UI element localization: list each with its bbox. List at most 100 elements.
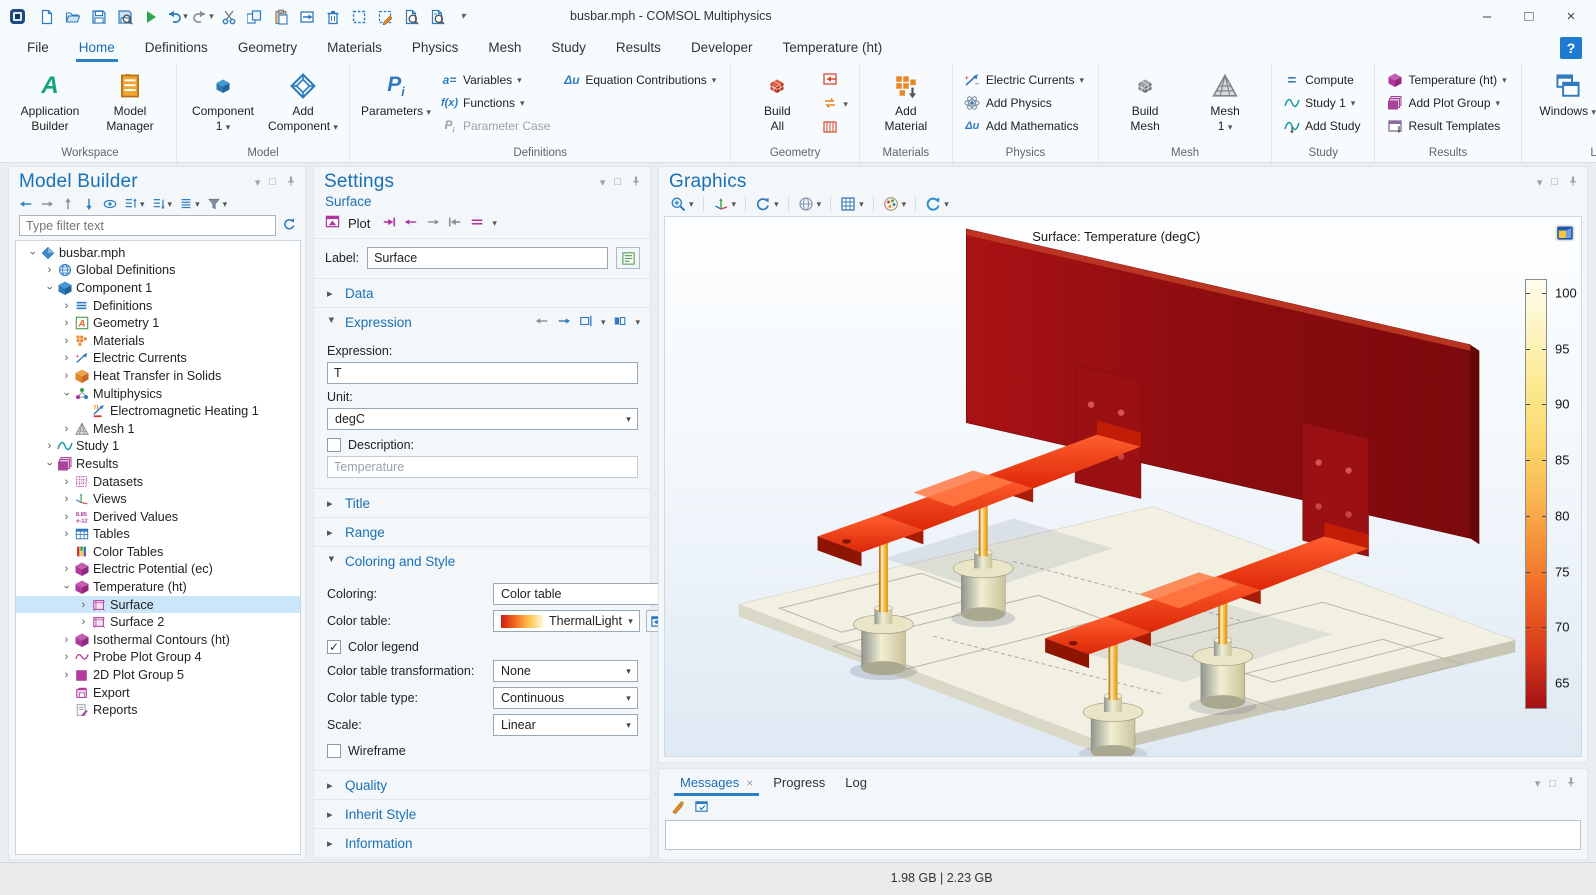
tree-collapsed-arrow-icon[interactable]: › [43,264,56,276]
grid-icon[interactable]: ▾ [840,196,864,212]
save-icon[interactable] [87,5,111,29]
last-plot-icon[interactable] [448,215,462,232]
maximize-button[interactable]: □ [1508,2,1550,32]
mesh-button[interactable]: Mesh1 ▾ [1187,67,1263,145]
label-input[interactable]: Surface [367,247,608,269]
tree-node-mesh-1[interactable]: › Mesh 1 [16,420,300,438]
ribbon-tab-mesh[interactable]: Mesh [475,35,534,62]
zoom-icon[interactable]: ▾ [670,196,694,212]
tree-expanded-arrow-icon[interactable]: › [61,387,73,400]
tree-collapsed-arrow-icon[interactable]: › [43,440,56,452]
move-up-icon[interactable] [61,197,75,211]
show-names-button[interactable] [616,247,640,269]
tree-collapsed-arrow-icon[interactable]: › [60,651,73,663]
scale-select[interactable]: Linear▾ [493,714,638,736]
tree-node-tables[interactable]: › Tables [16,526,300,544]
tree-collapsed-arrow-icon[interactable]: › [60,493,73,505]
tree-collapsed-arrow-icon[interactable]: › [60,423,73,435]
color-table-select[interactable]: ThermalLight▾ [493,610,640,632]
tree-collapsed-arrow-icon[interactable]: › [60,563,73,575]
ribbon-tab-study[interactable]: Study [538,35,599,62]
move-down-icon[interactable] [82,197,96,211]
parameters-button[interactable]: Pi Parameters ▾ [358,67,434,145]
draw-icon[interactable] [373,5,397,29]
equation-contributions-button[interactable]: ΔuEquation Contributions▾ [560,69,722,91]
app-logo-icon[interactable] [10,9,25,24]
tab-log[interactable]: Log [835,772,877,795]
ribbon-tab-materials[interactable]: Materials [314,35,395,62]
open-in-window-icon[interactable] [694,799,709,817]
tree-node-temperature-ht-[interactable]: › Temperature (ht) [16,578,300,596]
plot-in-icon[interactable] [470,215,484,232]
add-plot-group-button[interactable]: Add Plot Group▾ [1383,92,1512,114]
rebuild-button[interactable]: ▾ [819,93,851,115]
tree-node-color-tables[interactable]: Color Tables [16,543,300,561]
replace-expression-icon[interactable] [613,314,627,331]
delete-icon[interactable] [321,5,345,29]
tree-node-electric-currents[interactable]: › + Electric Currents [16,350,300,368]
overflow-icon[interactable]: ▾ [451,5,475,29]
ribbon-tab-geometry[interactable]: Geometry [225,35,310,62]
build-all-button[interactable]: BuildAll [739,67,815,145]
go-to-view-icon[interactable]: ▾ [713,196,737,212]
back-icon[interactable] [19,197,33,211]
tree-node-electromagnetic-heating-1[interactable]: Electromagnetic Heating 1 [16,402,300,420]
tree-collapsed-arrow-icon[interactable]: › [60,634,73,646]
float-panel-icon[interactable]: □ [1551,176,1558,188]
close-button[interactable]: × [1550,2,1592,32]
filter-icon[interactable]: ▾ [207,197,228,211]
select-icon[interactable] [347,5,371,29]
wireframe-checkbox[interactable] [327,744,341,758]
first-plot-icon[interactable] [382,215,396,232]
messages-output[interactable] [665,820,1581,850]
functions-button[interactable]: f(x)Functions▾ [438,92,556,114]
ribbon-tab-file[interactable]: File [14,35,62,62]
tree-node-definitions[interactable]: › Definitions [16,297,300,315]
pin-panel-icon[interactable] [1565,776,1577,791]
tree-node-export[interactable]: Export [16,684,300,702]
tree-collapsed-arrow-icon[interactable]: › [60,335,73,347]
panel-menu-icon[interactable]: ▾ [1535,777,1541,790]
redo-icon[interactable]: ▾ [191,5,215,29]
tree-collapsed-arrow-icon[interactable]: › [60,300,73,312]
plot-image-icon[interactable] [1555,223,1575,246]
ribbon-tab-temperature-ht-[interactable]: Temperature (ht) [769,35,895,62]
scene-light-icon[interactable]: ▾ [798,196,822,212]
next-plot-icon[interactable] [426,215,440,232]
clear-messages-icon[interactable] [671,799,686,817]
panel-menu-icon[interactable]: ▾ [1537,176,1543,189]
description-checkbox[interactable] [327,438,341,452]
tree-collapsed-arrow-icon[interactable]: › [60,476,73,488]
pin-panel-icon[interactable] [1567,175,1579,190]
forward-icon[interactable] [40,197,54,211]
tree-expanded-arrow-icon[interactable]: › [44,281,56,294]
tree-node-datasets[interactable]: › Datasets [16,473,300,491]
plot-options-dropdown-icon[interactable]: ▾ [492,219,497,228]
minimize-button[interactable]: – [1466,2,1508,32]
panel-menu-icon[interactable]: ▾ [600,176,606,189]
tree-filter-input[interactable] [19,215,276,236]
refresh-filter-icon[interactable] [282,217,297,235]
open-icon[interactable] [61,5,85,29]
import-geometry-button[interactable] [819,69,851,91]
section-data[interactable]: ▸Data [314,279,650,308]
color-legend-checkbox[interactable]: ✓ [327,640,341,654]
tree-expanded-arrow-icon[interactable]: › [44,457,56,470]
run-icon[interactable] [139,5,163,29]
color-table-type-select[interactable]: Continuous▾ [493,687,638,709]
node-view-icon[interactable]: ▾ [179,197,200,211]
plot-icon[interactable] [325,214,340,232]
tab-progress[interactable]: Progress [763,772,835,795]
temperature-plot-button[interactable]: Temperature (ht)▾ [1383,69,1512,91]
tree-node-surface[interactable]: › Surface [16,596,300,614]
virtual-operations-button[interactable] [819,117,851,139]
expression-input[interactable]: T [327,362,638,384]
ribbon-tab-developer[interactable]: Developer [678,35,766,62]
section-quality[interactable]: ▸Quality [314,771,650,800]
tree-node-reports[interactable]: Reports [16,701,300,719]
find-icon[interactable] [399,5,423,29]
compute-button[interactable]: =Compute [1280,69,1366,91]
rotate-icon[interactable]: ▾ [755,196,779,212]
tree-collapsed-arrow-icon[interactable]: › [60,317,73,329]
paste-icon[interactable] [269,5,293,29]
